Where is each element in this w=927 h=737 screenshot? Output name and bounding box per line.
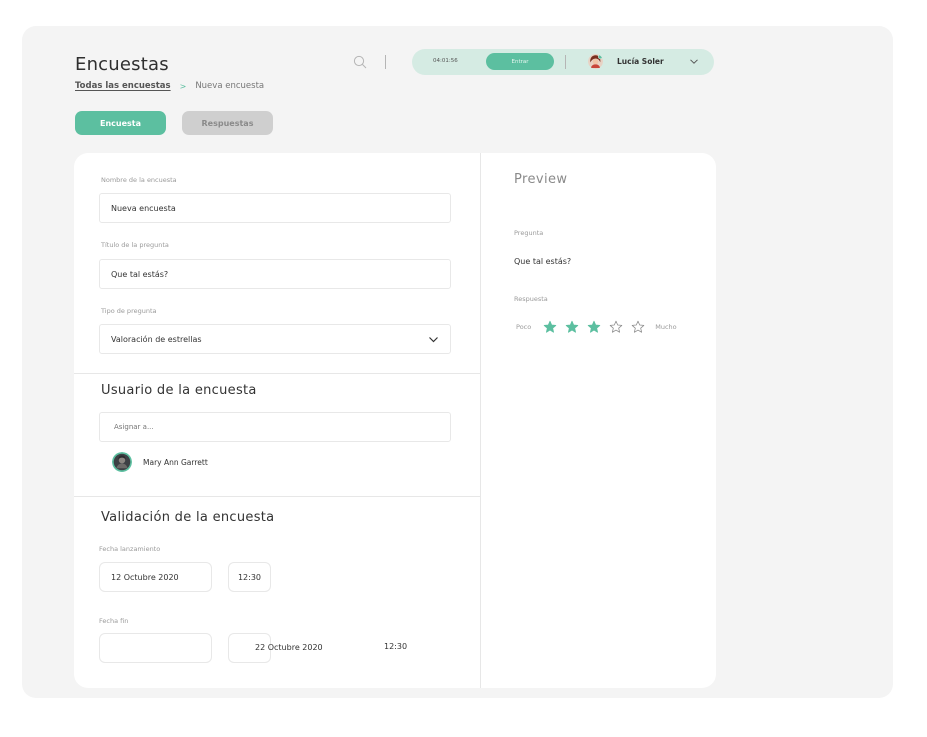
validation-section-title: Validación de la encuesta [101,510,275,525]
breadcrumb: Todas las encuestas > Nueva encuesta [75,81,264,91]
tab-respuestas[interactable]: Respuestas [182,111,273,135]
session-timer: 04:01:56 [433,58,458,64]
star-icon[interactable] [631,320,645,334]
star-rating: Poco Mucho [516,319,677,335]
section-divider [74,373,480,374]
end-date-label: Fecha fin [99,617,129,625]
survey-card: Nombre de la encuesta Título de la pregu… [74,153,716,688]
star-icon[interactable] [609,320,623,334]
rating-low-label: Poco [516,323,532,331]
start-date-label: Fecha lanzamiento [99,545,161,553]
breadcrumb-all-surveys-link[interactable]: Todas las encuestas [75,81,171,91]
preview-question: Que tal estás? [514,257,572,266]
question-type-select[interactable]: Valoración de estrellas [99,324,451,354]
page-title: Encuestas [75,54,169,75]
star-icon[interactable] [543,320,557,334]
session-bar: 04:01:56 Entrar Lucía Soler [412,49,714,75]
survey-name-input[interactable] [99,193,451,223]
section-divider [74,496,480,497]
search-icon[interactable] [353,55,367,69]
survey-name-label: Nombre de la encuesta [101,176,177,184]
start-date-input[interactable] [99,562,212,592]
column-divider [480,153,481,688]
tab-encuesta[interactable]: Encuesta [75,111,166,135]
preview-title: Preview [514,172,568,187]
rating-high-label: Mucho [655,323,677,331]
users-section-title: Usuario de la encuesta [101,383,257,398]
star-icon[interactable] [587,320,601,334]
avatar [112,452,132,472]
question-type-value: Valoración de estrellas [111,334,202,344]
end-date-input[interactable] [99,633,212,663]
star-icon[interactable] [565,320,579,334]
breadcrumb-current: Nueva encuesta [195,81,265,91]
preview-question-label: Pregunta [514,229,544,237]
assigned-user-item[interactable]: Mary Ann Garrett [112,452,208,472]
preview-answer-label: Respuesta [514,295,548,303]
enter-button[interactable]: Entrar [486,53,554,70]
breadcrumb-separator: > [179,81,187,91]
chevron-down-icon [429,336,438,342]
user-name: Lucía Soler [617,57,664,66]
header-divider [385,55,386,69]
chevron-down-icon[interactable] [689,58,699,65]
assigned-user-name: Mary Ann Garrett [143,457,208,467]
app-container: Encuestas Todas las encuestas > Nueva en… [22,26,893,698]
end-date-value: 22 Octubre 2020 [255,643,323,652]
end-time-value: 12:30 [384,642,408,651]
question-title-input[interactable] [99,259,451,289]
session-divider [565,55,566,69]
question-type-label: Tipo de pregunta [101,307,157,315]
question-title-label: Título de la pregunta [101,241,169,249]
user-avatar[interactable] [588,54,603,69]
assign-user-input[interactable] [99,412,451,442]
start-time-input[interactable] [228,562,271,592]
